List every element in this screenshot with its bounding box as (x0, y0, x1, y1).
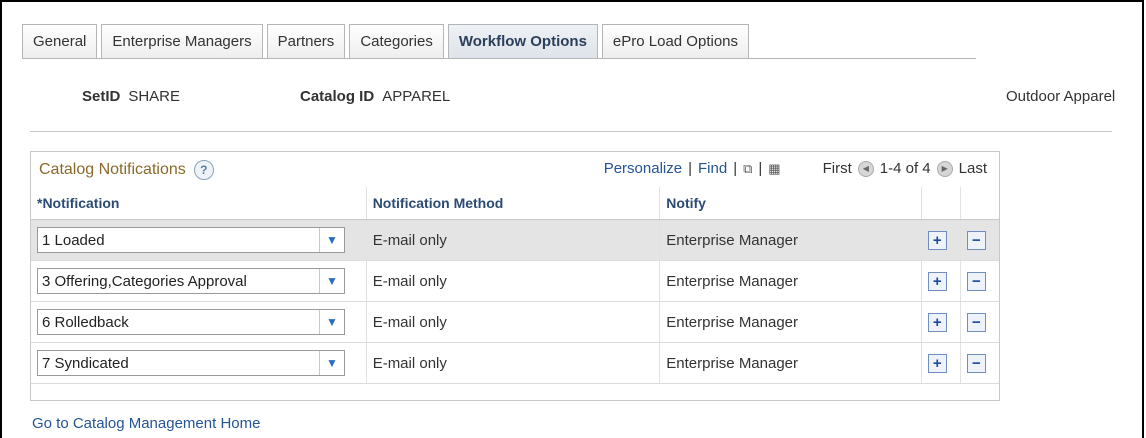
add-cell: + (921, 260, 961, 302)
notification-cell: 6 Rolledback ▼ (31, 301, 367, 343)
table-row: 1 Loaded ▼ E-mail only Enterprise Manage… (31, 219, 999, 261)
table-header-row: *Notification Notification Method Notify (31, 187, 999, 220)
col-notify: Notify (659, 187, 922, 220)
setid-label: SetID (82, 88, 121, 105)
method-cell: E-mail only (366, 219, 661, 261)
nav-separator: | (758, 160, 763, 177)
notification-value: 6 Rolledback (42, 313, 129, 331)
notifications-table: *Notification Notification Method Notify… (31, 187, 999, 384)
notification-cell: 1 Loaded ▼ (31, 219, 367, 261)
last-label: Last (958, 160, 987, 177)
catalog-management-home-link[interactable]: Go to Catalog Management Home (32, 415, 260, 432)
delete-row-icon[interactable]: − (966, 353, 986, 373)
tab-general[interactable]: General (22, 24, 98, 58)
delete-cell: − (960, 342, 999, 384)
delete-cell: − (960, 260, 999, 302)
tab-partners[interactable]: Partners (266, 24, 346, 58)
help-icon[interactable]: ? (193, 160, 214, 180)
chevron-down-icon[interactable]: ▼ (319, 228, 344, 252)
setid-field: SetID SHARE (82, 88, 180, 105)
notification-cell: 3 Offering,Categories Approval ▼ (31, 260, 367, 302)
catalog-description: Outdoor Apparel (1006, 88, 1116, 105)
grid-navigation: Personalize | Find | ⧉ | ▦ First ◀ 1-4 o… (604, 160, 987, 177)
method-cell: E-mail only (366, 342, 661, 384)
col-notification-method: Notification Method (366, 187, 661, 220)
add-row-icon[interactable]: + (927, 271, 947, 291)
previous-icon[interactable]: ◀ (857, 160, 874, 177)
tab-bar: General Enterprise Managers Partners Cat… (22, 24, 753, 59)
notify-cell: Enterprise Manager (659, 219, 922, 261)
find-link[interactable]: Find (698, 160, 727, 177)
setid-value: SHARE (128, 88, 181, 105)
footer: Go to Catalog Management Home (32, 415, 260, 432)
notify-cell: Enterprise Manager (659, 342, 922, 384)
divider (30, 131, 1112, 132)
table-row: 7 Syndicated ▼ E-mail only Enterprise Ma… (31, 342, 999, 384)
col-notification: *Notification (31, 187, 367, 220)
add-cell: + (921, 342, 961, 384)
table-row: 3 Offering,Categories Approval ▼ E-mail … (31, 260, 999, 302)
catalog-id-label: Catalog ID (300, 88, 375, 105)
grid-title-text: Catalog Notifications (39, 161, 186, 178)
tab-underline (22, 58, 976, 59)
notification-value: 1 Loaded (42, 231, 105, 249)
notify-cell: Enterprise Manager (659, 260, 922, 302)
delete-cell: − (960, 301, 999, 343)
catalog-id-value: APPAREL (382, 88, 451, 105)
notify-cell: Enterprise Manager (659, 301, 922, 343)
tab-epro-load-options[interactable]: ePro Load Options (601, 24, 750, 58)
tab-enterprise-managers[interactable]: Enterprise Managers (101, 24, 263, 58)
delete-row-icon[interactable]: − (966, 230, 986, 250)
first-label: First (822, 160, 852, 177)
catalog-notifications-grid: Catalog Notifications ? Personalize | Fi… (30, 151, 1000, 401)
personalize-link[interactable]: Personalize (604, 160, 682, 177)
delete-cell: − (960, 219, 999, 261)
delete-row-icon[interactable]: − (966, 312, 986, 332)
nav-separator: | (688, 160, 692, 177)
chevron-down-icon[interactable]: ▼ (319, 269, 344, 293)
notification-select[interactable]: 1 Loaded ▼ (37, 227, 345, 253)
add-row-icon[interactable]: + (927, 312, 947, 332)
add-row-icon[interactable]: + (927, 230, 947, 250)
view-all-icon[interactable]: ⧉ (743, 161, 752, 177)
next-icon[interactable]: ▶ (936, 160, 953, 177)
chevron-down-icon[interactable]: ▼ (319, 351, 344, 375)
delete-row-icon[interactable]: − (966, 271, 986, 291)
notification-value: 7 Syndicated (42, 354, 129, 372)
method-cell: E-mail only (366, 301, 661, 343)
chevron-down-icon[interactable]: ▼ (319, 310, 344, 334)
tab-workflow-options[interactable]: Workflow Options (447, 24, 598, 58)
notification-select[interactable]: 3 Offering,Categories Approval ▼ (37, 268, 345, 294)
notification-cell: 7 Syndicated ▼ (31, 342, 367, 384)
download-icon[interactable]: ▦ (768, 161, 780, 177)
method-cell: E-mail only (366, 260, 661, 302)
tab-categories[interactable]: Categories (349, 24, 444, 58)
col-delete (960, 187, 999, 220)
grid-title: Catalog Notifications ? (39, 160, 214, 180)
row-range: 1-4 of 4 (879, 160, 931, 177)
notification-value: 3 Offering,Categories Approval (42, 272, 247, 290)
notification-select[interactable]: 6 Rolledback ▼ (37, 309, 345, 335)
add-row-icon[interactable]: + (927, 353, 947, 373)
add-cell: + (921, 219, 961, 261)
col-add (921, 187, 961, 220)
nav-separator: | (733, 160, 738, 177)
catalog-id-field: Catalog ID APPAREL (300, 88, 450, 105)
notification-select[interactable]: 7 Syndicated ▼ (37, 350, 345, 376)
table-row: 6 Rolledback ▼ E-mail only Enterprise Ma… (31, 301, 999, 343)
add-cell: + (921, 301, 961, 343)
